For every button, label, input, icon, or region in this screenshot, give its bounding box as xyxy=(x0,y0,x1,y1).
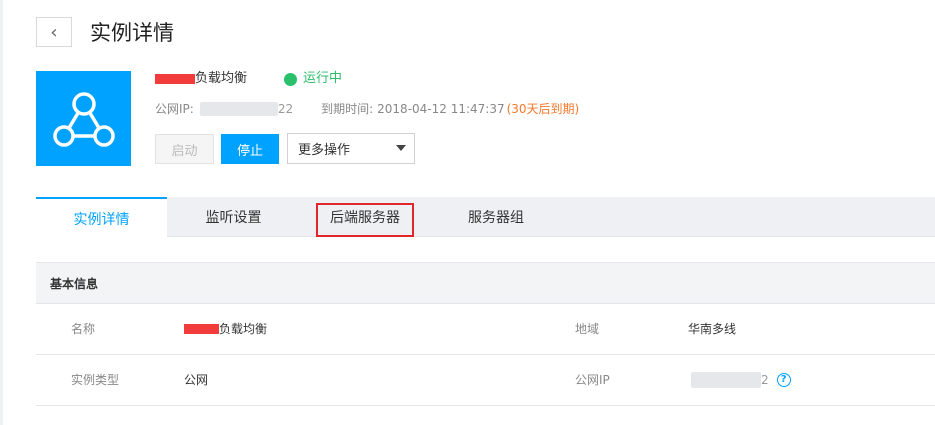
tab-listener-settings[interactable]: 监听设置 xyxy=(167,197,300,237)
instance-name: 负载均衡 xyxy=(155,70,247,88)
instance-name-text: 负载均衡 xyxy=(195,71,248,86)
redacted-text xyxy=(184,324,219,334)
name-value-text: 负载均衡 xyxy=(219,322,268,336)
more-actions-label: 更多操作 xyxy=(298,143,351,158)
info-row: 名称 负载均衡 地域 华南多线 xyxy=(36,304,935,355)
page-title: 实例详情 xyxy=(90,21,174,45)
chevron-left-icon: ‹ xyxy=(50,21,58,43)
region-label: 地域 xyxy=(575,322,600,336)
redacted-text xyxy=(155,74,195,84)
status-text: 运行中 xyxy=(303,71,343,86)
network-share-icon xyxy=(52,91,115,147)
instance-type-label: 实例类型 xyxy=(71,373,120,387)
expiry-value: 2018-04-12 11:47:37 xyxy=(377,102,505,116)
status-indicator: 运行中 xyxy=(284,70,342,88)
public-ip-value: 2 ? xyxy=(691,355,791,405)
instance-type-value: 公网 xyxy=(184,373,209,387)
tab-backend-servers[interactable]: 后端服务器 xyxy=(316,197,414,237)
tab-server-groups[interactable]: 服务器组 xyxy=(436,197,556,237)
more-actions-select[interactable]: 更多操作 xyxy=(287,133,415,164)
stop-button[interactable]: 停止 xyxy=(221,134,279,164)
status-dot-icon xyxy=(284,72,297,86)
redacted-ip xyxy=(691,372,761,388)
back-button[interactable]: ‹ xyxy=(36,17,72,47)
public-ip-tail: 2 xyxy=(761,373,769,387)
expiry-note: (30天后到期) xyxy=(506,102,580,116)
left-border xyxy=(0,0,3,425)
public-ip-label: 公网IP xyxy=(575,373,610,387)
instance-logo xyxy=(36,71,131,166)
start-button[interactable]: 启动 xyxy=(155,134,214,164)
basic-info-panel: 基本信息 名称 负载均衡 地域 华南多线 实例类型 公网 公网IP 2 ? xyxy=(36,262,935,406)
expiry-label: 到期时间: xyxy=(321,102,374,116)
help-icon[interactable]: ? xyxy=(776,373,791,387)
section-title: 基本信息 xyxy=(36,263,935,304)
name-value: 负载均衡 xyxy=(184,304,267,354)
name-label: 名称 xyxy=(71,322,96,336)
public-ip-label: 公网IP: xyxy=(155,102,194,116)
redacted-ip xyxy=(199,102,278,116)
public-ip-tail: 22 xyxy=(277,102,294,116)
tab-bar: 实例详情 监听设置 后端服务器 服务器组 xyxy=(36,197,935,238)
caret-down-icon xyxy=(396,145,406,151)
instance-meta: 公网IP: 22 到期时间: 2018-04-12 11:47:37 (30天后… xyxy=(155,101,579,117)
info-row: 实例类型 公网 公网IP 2 ? xyxy=(36,355,935,406)
tab-instance-details[interactable]: 实例详情 xyxy=(36,197,167,238)
region-value: 华南多线 xyxy=(688,322,737,336)
